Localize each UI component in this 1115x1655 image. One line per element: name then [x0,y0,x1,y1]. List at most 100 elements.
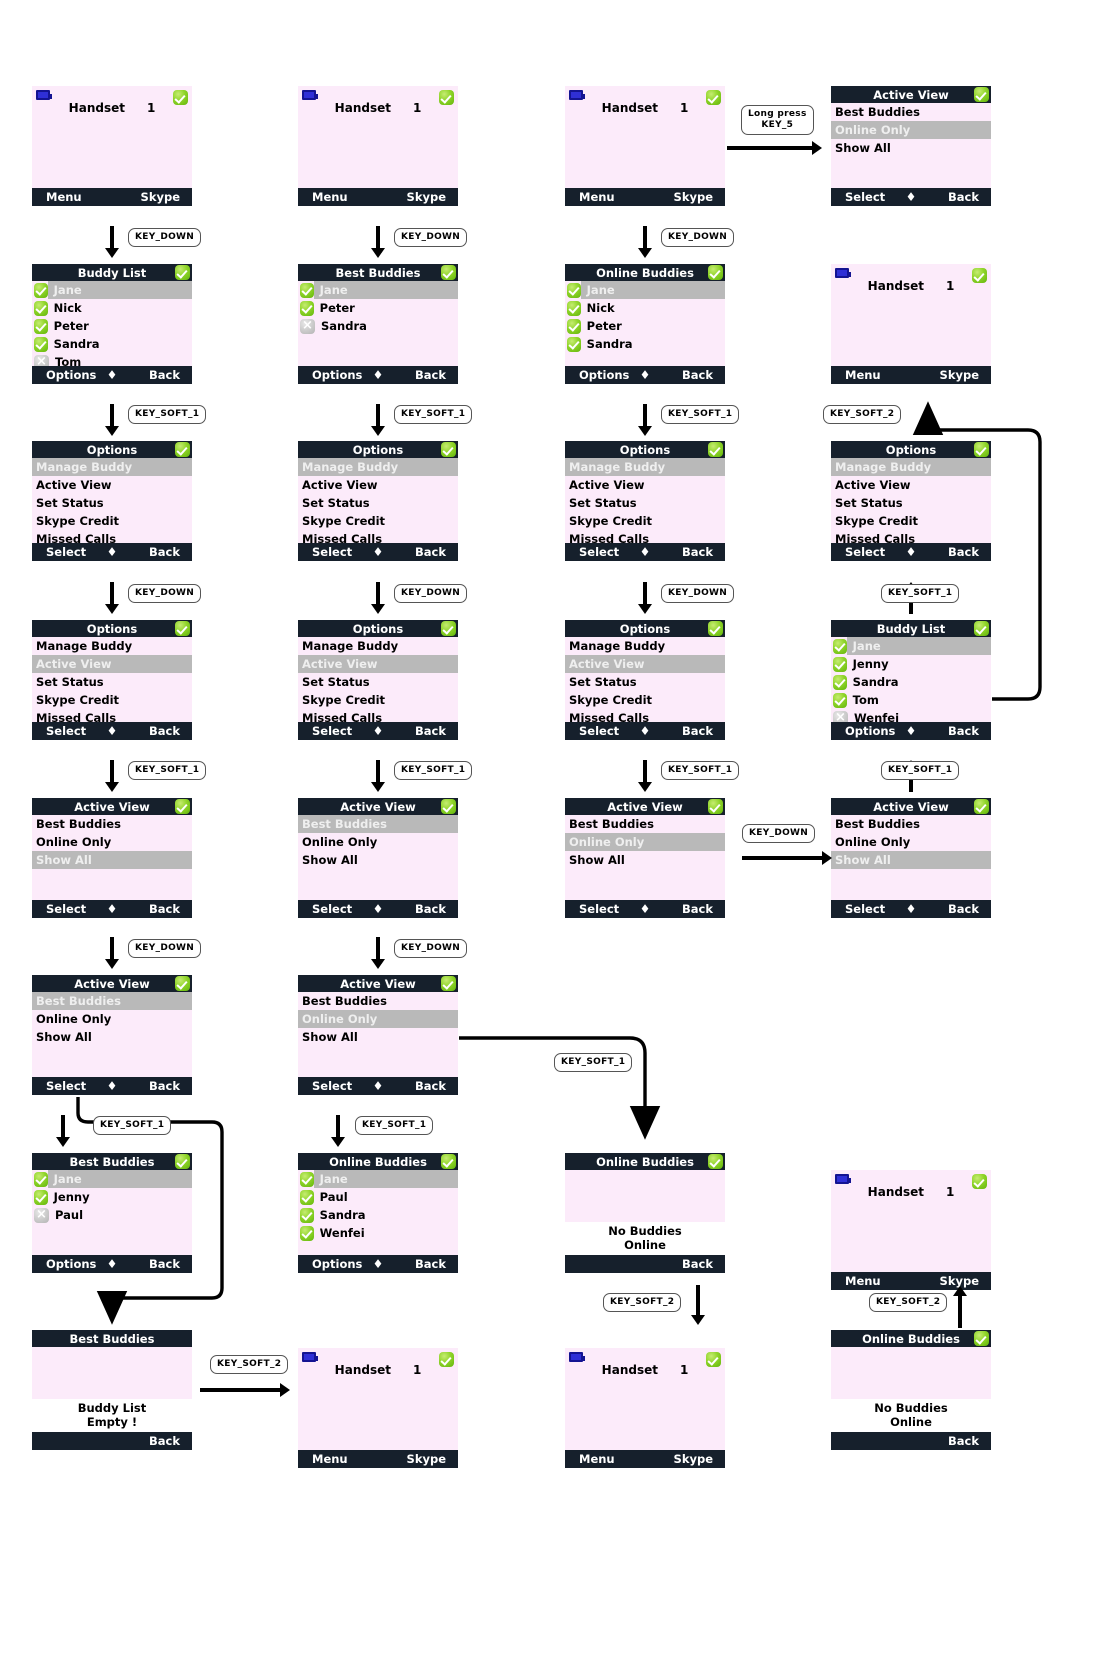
softkey-navigation-icon[interactable]: ♦ [640,902,651,916]
phone-screen-f19[interactable]: Handset1MenuSkypeF19 [831,1170,991,1290]
menu-item[interactable]: Skype Credit [32,512,192,530]
softkey-right[interactable]: Back [682,1257,713,1271]
menu-item[interactable]: Skype Credit [565,691,725,709]
menu-item[interactable]: Active View [298,476,458,494]
menu-item[interactable]: Show All [32,851,192,869]
softkey-navigation-icon[interactable]: ♦ [640,368,651,382]
softkey-left[interactable]: Select [312,545,352,559]
softkey-left[interactable]: Options [46,1257,96,1271]
menu-item[interactable]: Active View [298,655,458,673]
softkey-right[interactable]: Back [149,545,180,559]
phone-screen-f27[interactable]: Options Manage Buddy Active View Set Status… [831,441,991,561]
menu-item[interactable]: Best Buddies [831,103,991,121]
menu-item[interactable]: Online Only [298,833,458,851]
menu-item[interactable]: Online Only [565,833,725,851]
softkey-navigation-icon[interactable]: ♦ [373,1257,384,1271]
phone-screen-f22[interactable]: Options Manage Buddy Active View Set Status… [565,441,725,561]
list-item[interactable]: Nick [565,299,725,317]
list-item[interactable]: Paul [32,1206,192,1224]
softkey-left[interactable]: Menu [46,190,82,204]
phone-screen-f6[interactable]: Best BuddiesJaneJennyPaulOptions♦BackF6 [32,1153,192,1273]
menu-item[interactable]: Skype Credit [565,512,725,530]
phone-screen-f29[interactable]: Active View Best Buddies Online Only Show A… [831,86,991,206]
menu-item[interactable]: Best Buddies [831,815,991,833]
softkey-left[interactable]: Select [46,1079,86,1093]
softkey-right[interactable]: Back [415,1079,446,1093]
list-item[interactable]: Sandra [565,335,725,353]
list-item[interactable]: Jane [565,281,725,299]
phone-screen-f26[interactable]: Buddy ListJaneJennySandraTomWenfeiOption… [831,620,991,740]
list-item[interactable]: Nick [32,299,192,317]
softkey-left[interactable]: Select [46,724,86,738]
menu-list[interactable]: Best Buddies Online Only Show All [32,815,192,900]
softkey-left[interactable]: Select [312,724,352,738]
menu-item[interactable]: Show All [32,1028,192,1046]
menu-item[interactable]: Best Buddies [565,815,725,833]
softkey-right[interactable]: Back [149,724,180,738]
phone-screen-f13[interactable]: Active View Best Buddies Online Only Show A… [298,798,458,918]
softkey-navigation-icon[interactable]: ♦ [107,1257,118,1271]
menu-item[interactable]: Best Buddies [32,992,192,1010]
buddy-list[interactable]: Jane Peter Sandra [298,281,458,366]
menu-list[interactable]: Manage Buddy Active View Set Status Skype C… [32,458,192,546]
softkey-navigation-icon[interactable]: ♦ [373,902,384,916]
phone-screen-f8[interactable]: Handset1MenuSkypeF8 [298,1348,458,1468]
softkey-right[interactable]: Back [415,1257,446,1271]
softkey-navigation-icon[interactable]: ♦ [107,902,118,916]
softkey-navigation-icon[interactable]: ♦ [906,545,917,559]
menu-item[interactable]: Skype Credit [298,512,458,530]
softkey-navigation-icon[interactable]: ♦ [107,368,118,382]
softkey-right[interactable]: Skype [141,190,180,204]
softkey-navigation-icon[interactable]: ♦ [640,724,651,738]
softkey-navigation-icon[interactable]: ♦ [107,724,118,738]
menu-item[interactable]: Online Only [298,1010,458,1028]
phone-screen-f21[interactable]: Online Buddies Jane Nick Peter Sandra Options… [565,264,725,384]
buddy-list[interactable]: JaneJennySandraTomWenfei [831,637,991,726]
menu-item[interactable]: Show All [298,851,458,869]
menu-list[interactable]: Manage Buddy Active View Set Status Skype C… [32,637,192,725]
softkey-right[interactable]: Back [415,724,446,738]
menu-item[interactable]: Online Only [831,833,991,851]
softkey-navigation-icon[interactable]: ♦ [107,1079,118,1093]
phone-screen-f28[interactable]: Handset1MenuSkypeF28 [831,264,991,384]
menu-item[interactable]: Skype Credit [831,512,991,530]
list-item[interactable]: Jane [831,637,991,655]
menu-item[interactable]: Set Status [565,673,725,691]
menu-list[interactable]: Manage Buddy Active View Set Status Skype C… [298,458,458,546]
softkey-right[interactable]: Back [415,545,446,559]
softkey-right[interactable]: Back [149,1434,180,1448]
list-item[interactable]: Paul [298,1188,458,1206]
softkey-right[interactable]: Back [415,368,446,382]
menu-item[interactable]: Show All [565,851,725,869]
softkey-navigation-icon[interactable]: ♦ [373,545,384,559]
buddy-list[interactable]: Jane Jenny Paul [32,1170,192,1255]
softkey-left[interactable]: Menu [845,1274,881,1288]
softkey-left[interactable]: Select [46,545,86,559]
softkey-left[interactable]: Options [579,368,629,382]
list-item[interactable]: Jenny [831,655,991,673]
softkey-left[interactable]: Menu [845,368,881,382]
menu-item[interactable]: Set Status [32,494,192,512]
menu-list[interactable]: Best Buddies Online Only Show All [32,992,192,1077]
softkey-navigation-icon[interactable]: ♦ [906,190,917,204]
softkey-right[interactable]: Skype [940,368,979,382]
softkey-left[interactable]: Select [312,1079,352,1093]
softkey-navigation-icon[interactable]: ♦ [373,724,384,738]
phone-screen-f9[interactable]: Handset1MenuSkypeF9 [298,86,458,206]
softkey-left[interactable]: Options [312,1257,362,1271]
softkey-right[interactable]: Back [948,902,979,916]
phone-screen-f3[interactable]: Options Manage Buddy Active View Set Status… [32,620,192,740]
softkey-left[interactable]: Options [845,724,895,738]
menu-item[interactable]: Manage Buddy [831,458,991,476]
softkey-right[interactable]: Back [149,1257,180,1271]
softkey-navigation-icon[interactable]: ♦ [640,545,651,559]
softkey-right[interactable]: Back [682,902,713,916]
softkey-left[interactable]: Select [845,190,885,204]
softkey-navigation-icon[interactable]: ♦ [373,368,384,382]
menu-item[interactable]: Show All [831,139,991,157]
list-item[interactable]: Sandra [32,335,192,353]
menu-list[interactable]: Best Buddies Online Only Show All [831,103,991,188]
menu-item[interactable]: Manage Buddy [298,637,458,655]
softkey-right[interactable]: Back [149,902,180,916]
list-item[interactable]: Tom [831,691,991,709]
